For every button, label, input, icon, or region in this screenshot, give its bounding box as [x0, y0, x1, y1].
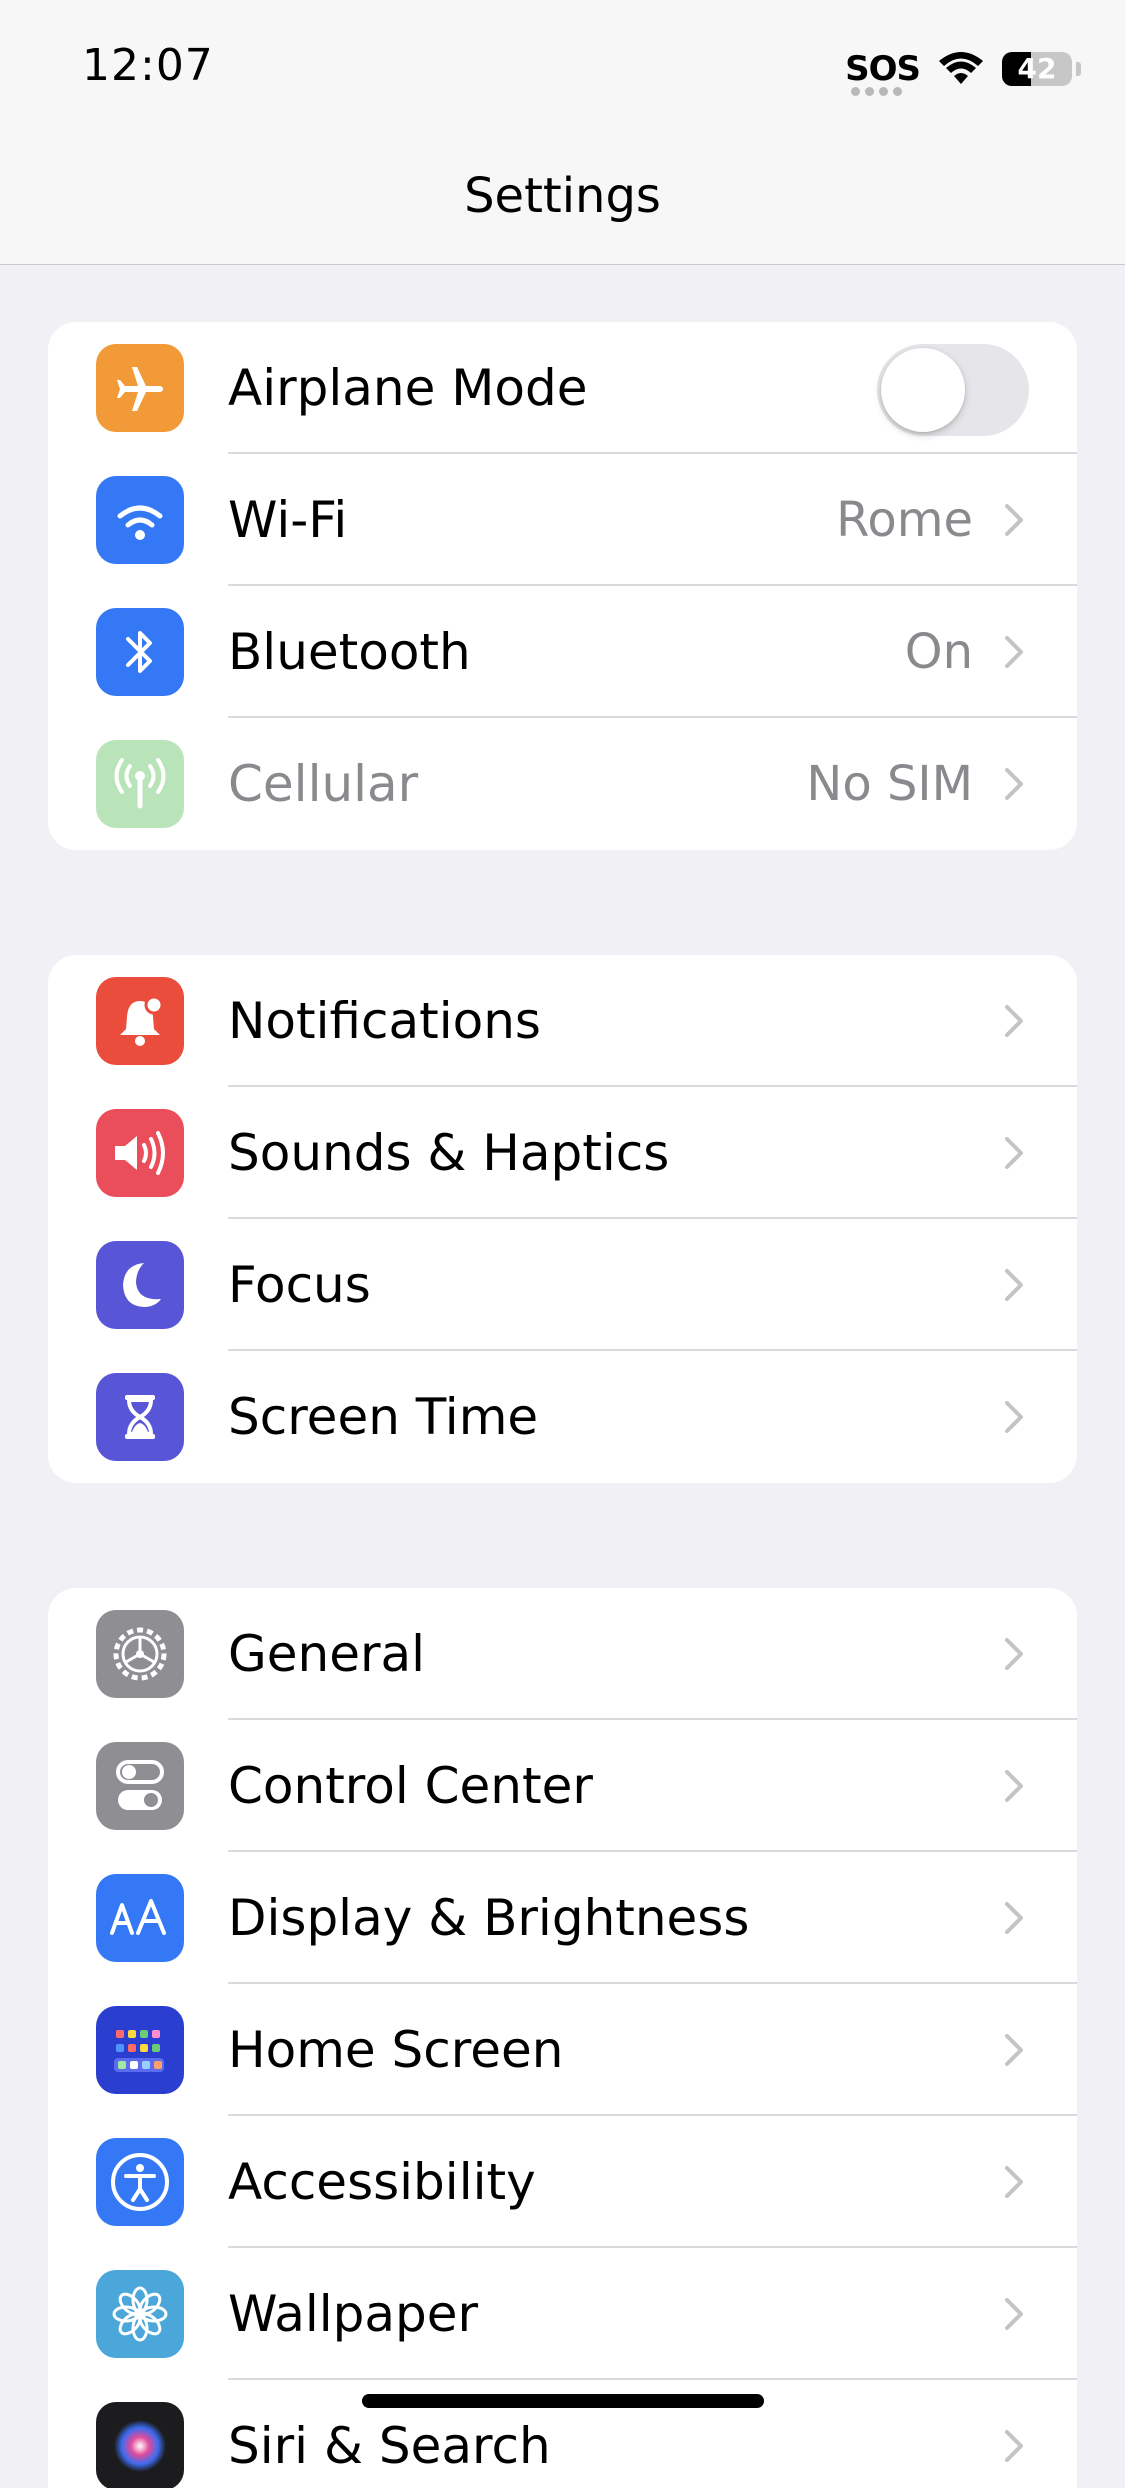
chevron-right-icon	[995, 1900, 1031, 1936]
settings-row-focus[interactable]: Focus	[48, 1219, 1077, 1351]
settings-row-label: Focus	[228, 1256, 371, 1314]
settings-row-wallpaper[interactable]: Wallpaper	[48, 2248, 1077, 2380]
chevron-right-icon	[995, 502, 1031, 538]
settings-row-notifications[interactable]: Notifications	[48, 955, 1077, 1087]
toggle-knob	[881, 348, 965, 432]
settings-row-label: Wi-Fi	[228, 491, 348, 549]
settings-row-airplane-mode[interactable]: Airplane Mode	[48, 322, 1077, 454]
settings-row-label: Wallpaper	[228, 2285, 479, 2343]
home-indicator[interactable]	[362, 2394, 764, 2408]
chevron-right-icon	[995, 1399, 1031, 1435]
text-size-icon	[96, 1874, 184, 1962]
settings-row-label: Display & Brightness	[228, 1889, 750, 1947]
siri-icon	[96, 2402, 184, 2488]
status-time: 12:07	[82, 40, 214, 91]
battery-cap	[1076, 62, 1081, 76]
settings-row-value: On	[904, 624, 973, 680]
battery-icon: 42	[1002, 52, 1072, 86]
settings-row-general[interactable]: General	[48, 1588, 1077, 1720]
sos-label: SOS	[845, 49, 921, 89]
settings-row-value: Rome	[836, 492, 973, 548]
settings-row-label: Home Screen	[228, 2021, 564, 2079]
bluetooth-icon	[96, 608, 184, 696]
settings-row-label: Airplane Mode	[228, 359, 588, 417]
wifi-icon	[96, 476, 184, 564]
chevron-right-icon	[995, 2164, 1031, 2200]
settings-row-label: Sounds & Haptics	[228, 1124, 670, 1182]
cellular-icon	[96, 740, 184, 828]
accessibility-icon	[96, 2138, 184, 2226]
settings-row-wifi[interactable]: Wi-Fi Rome	[48, 454, 1077, 586]
chevron-right-icon	[995, 1135, 1031, 1171]
settings-group-attention: Notifications Sounds & Haptics Focus Scr…	[48, 955, 1077, 1483]
settings-row-label: Notifications	[228, 992, 541, 1050]
airplane-mode-toggle[interactable]	[877, 344, 1029, 436]
switches-icon	[96, 1742, 184, 1830]
nav-bar: Settings	[0, 140, 1125, 265]
settings-row-label: Accessibility	[228, 2153, 536, 2211]
settings-row-label: Bluetooth	[228, 623, 471, 681]
settings-row-cellular[interactable]: Cellular No SIM	[48, 718, 1077, 850]
chevron-right-icon	[995, 2296, 1031, 2332]
chevron-right-icon	[995, 2428, 1031, 2464]
hourglass-icon	[96, 1373, 184, 1461]
settings-row-label: Screen Time	[228, 1388, 539, 1446]
settings-group-system: General Control Center Display & Brightn…	[48, 1588, 1077, 2488]
page-title: Settings	[464, 168, 661, 224]
chevron-right-icon	[995, 2032, 1031, 2068]
battery-level: 42	[1017, 52, 1057, 85]
chevron-right-icon	[995, 766, 1031, 802]
gear-icon	[96, 1610, 184, 1698]
settings-row-sounds-haptics[interactable]: Sounds & Haptics	[48, 1087, 1077, 1219]
wifi-status-icon	[938, 52, 984, 86]
chevron-right-icon	[995, 1267, 1031, 1303]
settings-row-value: No SIM	[806, 756, 973, 812]
moon-icon	[96, 1241, 184, 1329]
status-bar: 12:07 SOS 42	[0, 0, 1125, 140]
bell-icon	[96, 977, 184, 1065]
sos-indicator: SOS	[845, 49, 921, 96]
app-grid-icon	[96, 2006, 184, 2094]
settings-row-control-center[interactable]: Control Center	[48, 1720, 1077, 1852]
settings-group-connectivity: Airplane Mode Wi-Fi Rome Bluetooth On Ce…	[48, 322, 1077, 850]
signal-dots	[851, 87, 903, 96]
settings-row-label: Control Center	[228, 1757, 593, 1815]
status-indicators: SOS 42	[845, 46, 1081, 96]
airplane-icon	[96, 344, 184, 432]
settings-row-display-brightness[interactable]: Display & Brightness	[48, 1852, 1077, 1984]
settings-row-screen-time[interactable]: Screen Time	[48, 1351, 1077, 1483]
settings-row-home-screen[interactable]: Home Screen	[48, 1984, 1077, 2116]
settings-row-label: General	[228, 1625, 426, 1683]
chevron-right-icon	[995, 1768, 1031, 1804]
settings-row-accessibility[interactable]: Accessibility	[48, 2116, 1077, 2248]
chevron-right-icon	[995, 634, 1031, 670]
settings-row-label: Cellular	[228, 755, 419, 813]
flower-icon	[96, 2270, 184, 2358]
chevron-right-icon	[995, 1003, 1031, 1039]
settings-row-bluetooth[interactable]: Bluetooth On	[48, 586, 1077, 718]
chevron-right-icon	[995, 1636, 1031, 1672]
speaker-icon	[96, 1109, 184, 1197]
